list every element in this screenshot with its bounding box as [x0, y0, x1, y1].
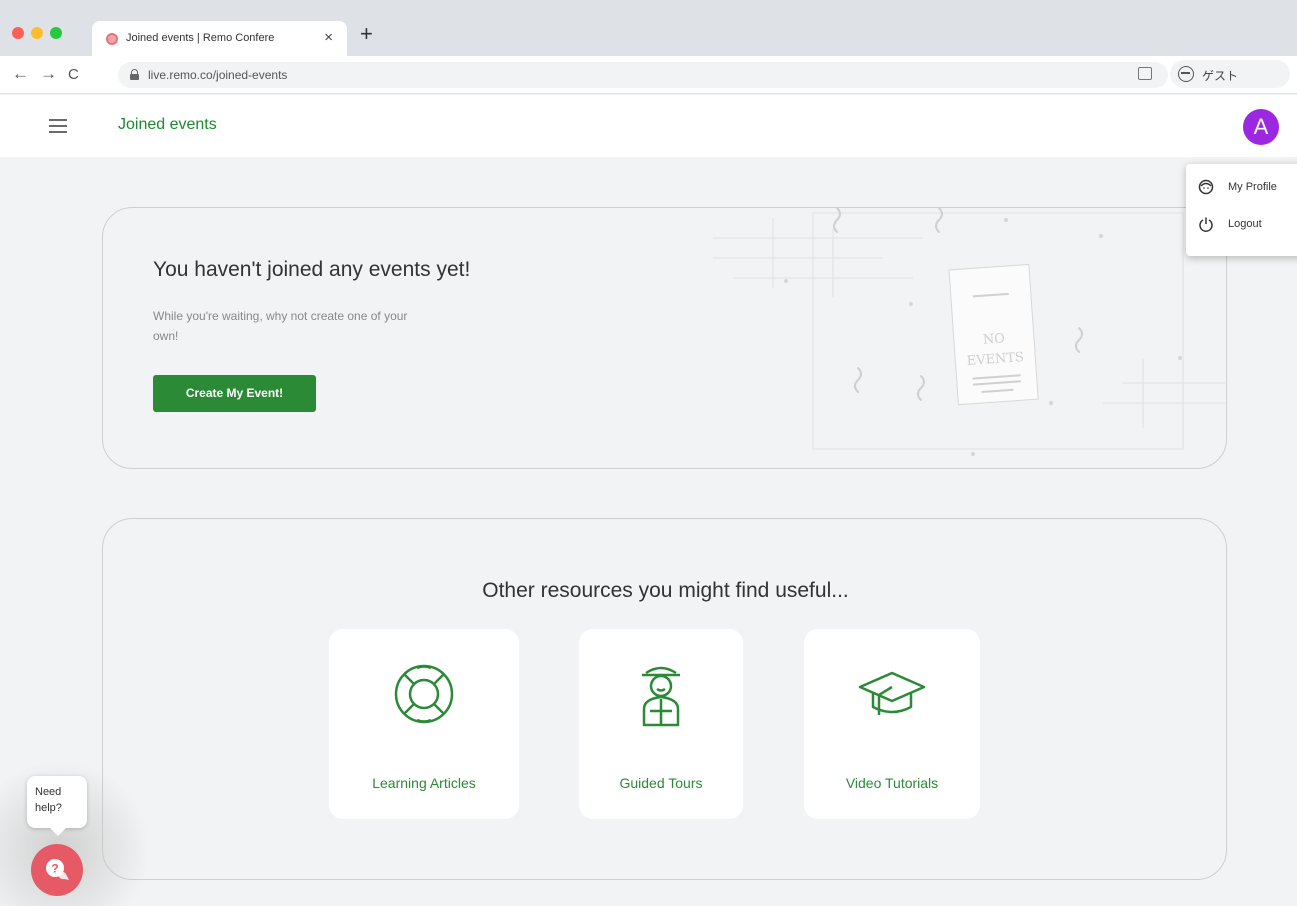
menu-item-label: Logout [1228, 218, 1262, 230]
browser-window: Joined events | Remo Confere × + ← → C l… [0, 0, 1297, 906]
video-tutorials-label: Video Tutorials [845, 775, 939, 791]
chat-help-icon: ? [46, 859, 69, 880]
lock-icon [130, 69, 139, 80]
maximize-window-button[interactable] [50, 27, 62, 39]
minimize-window-button[interactable] [31, 27, 43, 39]
tab-title: Joined events | Remo Confere [126, 32, 275, 44]
reload-button[interactable]: C [68, 66, 79, 83]
address-bar[interactable]: live.remo.co/joined-events [118, 62, 1168, 88]
help-button[interactable]: ? [31, 844, 83, 896]
browser-tab[interactable]: Joined events | Remo Confere × [92, 21, 347, 56]
user-avatar[interactable]: A [1243, 109, 1279, 145]
guide-icon [642, 666, 680, 727]
annotation-arrow [1283, 178, 1297, 298]
app-header: Joined events A [0, 95, 1297, 157]
no-events-illustration: NO EVENTS [713, 208, 1225, 456]
profile-chip[interactable]: ゲスト [1170, 60, 1290, 88]
empty-state-card: You haven't joined any events yet! While… [102, 207, 1227, 469]
learning-articles-card[interactable]: Learning Articles [329, 629, 519, 819]
guided-tours-label: Guided Tours [619, 775, 703, 791]
menu-item-my-profile[interactable]: My Profile [1186, 171, 1297, 205]
tab-bar: Joined events | Remo Confere × + [0, 0, 1297, 56]
remo-favicon-icon [106, 33, 118, 45]
guest-profile-icon [1178, 66, 1194, 82]
forward-button[interactable]: → [40, 64, 57, 84]
sign-text-no: NO [982, 331, 1005, 348]
empty-state-title: You haven't joined any events yet! [153, 258, 471, 281]
url-text: live.remo.co/joined-events [148, 68, 288, 82]
menu-item-label: My Profile [1228, 181, 1277, 193]
page-title: Joined events [118, 116, 217, 133]
power-icon [1199, 217, 1213, 232]
help-text: Need help? [35, 786, 62, 814]
menu-item-logout[interactable]: Logout [1186, 208, 1297, 242]
empty-state-subtitle: While you're waiting, why not create one… [153, 309, 408, 343]
graduation-cap-icon [858, 671, 926, 715]
resources-card: Other resources you might find useful...… [102, 518, 1227, 880]
video-tutorials-card[interactable]: Video Tutorials [804, 629, 980, 819]
profile-icon [1198, 179, 1214, 195]
create-event-button[interactable]: Create My Event! [153, 375, 316, 412]
close-window-button[interactable] [12, 27, 24, 39]
tab-close-button[interactable]: × [324, 29, 333, 46]
user-dropdown-menu: My Profile Logout [1186, 164, 1297, 256]
back-button[interactable]: ← [12, 64, 29, 84]
resources-heading: Other resources you might find useful... [482, 579, 849, 602]
help-tooltip: Need help? [27, 776, 87, 836]
reader-mode-icon[interactable] [1138, 67, 1152, 80]
hamburger-menu-icon[interactable] [49, 119, 67, 133]
lifebuoy-icon [394, 664, 454, 724]
new-tab-button[interactable]: + [360, 21, 373, 47]
guest-label: ゲスト [1202, 69, 1239, 83]
svg-text:?: ? [51, 862, 58, 876]
learning-articles-label: Learning Articles [372, 775, 476, 791]
browser-toolbar: ← → C live.remo.co/joined-events ゲスト [0, 56, 1297, 94]
guided-tours-card[interactable]: Guided Tours [579, 629, 743, 819]
